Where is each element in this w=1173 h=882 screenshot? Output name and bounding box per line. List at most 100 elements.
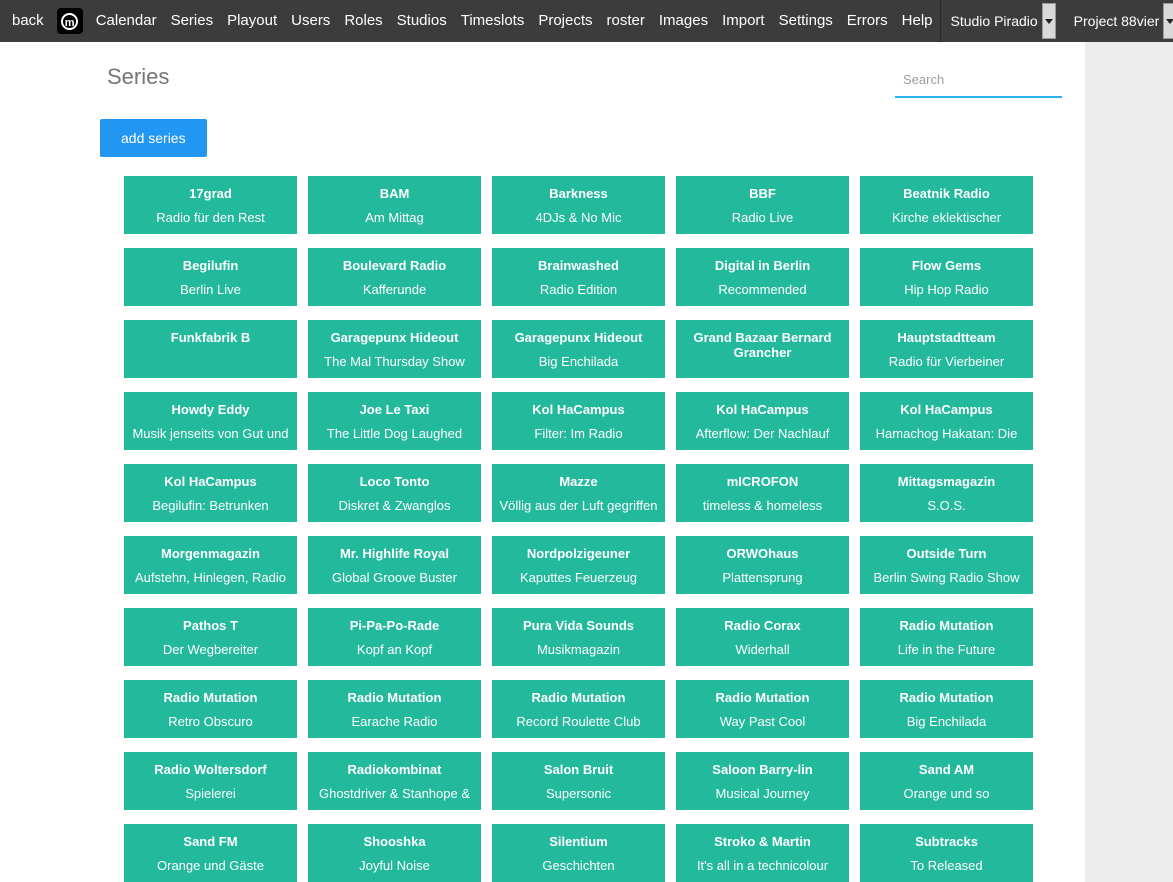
nav-item-help[interactable]: Help [895,0,940,42]
series-card-subtitle: Radio Edition [492,282,665,297]
series-card-title: Garagepunx Hideout [492,330,665,345]
series-card-title: Radio Mutation [860,618,1033,633]
series-card[interactable]: BegilufinBerlin Live [124,248,297,306]
series-card-title: Radio Mutation [860,690,1033,705]
series-card[interactable]: MorgenmagazinAufstehn, Hinlegen, Radio [124,536,297,594]
series-card[interactable]: Salon Bruit Supersonic [492,752,665,810]
series-card-subtitle: Geschichten [492,858,665,873]
series-card[interactable]: Garagepunx HideoutBig Enchilada [492,320,665,378]
studio-dropdown-button[interactable] [1042,3,1056,39]
nav-item-settings[interactable]: Settings [772,0,840,42]
nav-item-images[interactable]: Images [652,0,715,42]
series-card-title: BAM [308,186,481,201]
series-card-title: Radio Mutation [308,690,481,705]
series-card[interactable]: ORWOhausPlattensprung [676,536,849,594]
series-card[interactable]: Radio MutationBig Enchilada [860,680,1033,738]
nav-item-roster[interactable]: roster [600,0,652,42]
series-card[interactable]: 17gradRadio für den Rest [124,176,297,234]
nav-item-import[interactable]: Import [715,0,772,42]
series-card[interactable]: Funkfabrik B [124,320,297,378]
series-card[interactable]: Outside TurnBerlin Swing Radio Show [860,536,1033,594]
series-card[interactable]: Stroko & MartinIt's all in a technicolou… [676,824,849,882]
series-card[interactable]: Radio MutationRetro Obscuro [124,680,297,738]
series-card[interactable]: Radio MutationEarache Radio [308,680,481,738]
series-card[interactable]: BAMAm Mittag [308,176,481,234]
series-card[interactable]: Kol HaCampusHamachog Hakatan: Die [860,392,1033,450]
series-card[interactable]: Kol HaCampusBegilufin: Betrunken [124,464,297,522]
series-card[interactable]: Garagepunx Hideout The Mal Thursday Show [308,320,481,378]
series-card[interactable]: Digital in BerlinRecommended [676,248,849,306]
nav-item-projects[interactable]: Projects [531,0,599,42]
series-card-title: Garagepunx Hideout [308,330,481,345]
series-card[interactable]: Radio CoraxWiderhall [676,608,849,666]
series-card[interactable]: NordpolzigeunerKaputtes Feuerzeug [492,536,665,594]
series-card-title: 17grad [124,186,297,201]
series-card-title: Grand Bazaar Bernard Grancher [676,330,849,360]
nav-item-errors[interactable]: Errors [840,0,895,42]
series-card[interactable]: Kol HaCampusAfterflow: Der Nachlauf [676,392,849,450]
project-dropdown-button[interactable] [1163,3,1173,39]
series-card[interactable]: Howdy EddyMusik jenseits von Gut und [124,392,297,450]
series-card-subtitle: S.O.S. [860,498,1033,513]
nav-item-back[interactable]: back [0,0,51,42]
series-card[interactable]: Radio WoltersdorfSpielerei [124,752,297,810]
series-card[interactable]: MazzeVöllig aus der Luft gegriffen [492,464,665,522]
series-card[interactable]: Radio MutationLife in the Future [860,608,1033,666]
series-card-title: Radio Mutation [492,690,665,705]
series-card-subtitle: Spielerei [124,786,297,801]
series-card[interactable]: BrainwashedRadio Edition [492,248,665,306]
nav-item-calendar[interactable]: Calendar [89,0,164,42]
series-card[interactable]: Flow GemsHip Hop Radio [860,248,1033,306]
series-card[interactable]: Pura Vida SoundsMusikmagazin [492,608,665,666]
series-card[interactable]: HauptstadtteamRadio für Vierbeiner [860,320,1033,378]
nav-item-series[interactable]: Series [164,0,221,42]
series-card[interactable]: Boulevard RadioKafferunde [308,248,481,306]
series-card[interactable]: Pathos TDer Wegbereiter [124,608,297,666]
series-card[interactable]: Sand AMOrange und so [860,752,1033,810]
series-card[interactable]: Sand FMOrange und Gäste [124,824,297,882]
series-card[interactable]: RadiokombinatGhostdriver & Stanhope & [308,752,481,810]
series-card-subtitle: The Mal Thursday Show [308,354,481,369]
nav-item-roles[interactable]: Roles [337,0,389,42]
studio-dropdown-label[interactable]: Studio Piradio [941,0,1042,42]
series-card-subtitle: Der Wegbereiter [124,642,297,657]
series-card-title: Salon Bruit [492,762,665,777]
series-card-title: Outside Turn [860,546,1033,561]
series-card[interactable]: Mr. Highlife RoyalGlobal Groove Buster [308,536,481,594]
nav-item-timeslots[interactable]: Timeslots [454,0,532,42]
series-card[interactable]: MittagsmagazinS.O.S. [860,464,1033,522]
series-card-subtitle: 4DJs & No Mic [492,210,665,225]
series-card-subtitle: Filter: Im Radio [492,426,665,441]
search-input[interactable] [895,64,1062,98]
nav-item-playout[interactable]: Playout [220,0,284,42]
series-card-subtitle: Supersonic [492,786,665,801]
series-card[interactable]: Saloon Barry-linMusical Journey [676,752,849,810]
series-card-subtitle: Hip Hop Radio [860,282,1033,297]
series-card[interactable]: Loco TontoDiskret & Zwanglos [308,464,481,522]
add-series-button[interactable]: add series [100,119,207,157]
series-card-subtitle: Plattensprung [676,570,849,585]
series-card[interactable]: Pi-Pa-Po-RadeKopf an Kopf [308,608,481,666]
series-card[interactable]: ShooshkaJoyful Noise [308,824,481,882]
nav-item-users[interactable]: Users [284,0,337,42]
series-card[interactable]: Kol HaCampus Filter: Im Radio [492,392,665,450]
series-card[interactable]: Radio MutationRecord Roulette Club [492,680,665,738]
series-card[interactable]: SilentiumGeschichten [492,824,665,882]
series-card[interactable]: Joe Le TaxiThe Little Dog Laughed [308,392,481,450]
series-card-title: Kol HaCampus [492,402,665,417]
series-card-title: Sand FM [124,834,297,849]
series-card-title: Begilufin [124,258,297,273]
series-card[interactable]: SubtracksTo Released [860,824,1033,882]
nav-item-studios[interactable]: Studios [390,0,454,42]
series-card[interactable]: Barkness4DJs & No Mic [492,176,665,234]
series-card[interactable]: Grand Bazaar Bernard Grancher [676,320,849,378]
series-card-title: Morgenmagazin [124,546,297,561]
series-card[interactable]: Radio MutationWay Past Cool [676,680,849,738]
series-card[interactable]: mICROFONtimeless & homeless [676,464,849,522]
series-card[interactable]: Beatnik RadioKirche eklektischer [860,176,1033,234]
series-card-title: Kol HaCampus [676,402,849,417]
project-dropdown-label[interactable]: Project 88vier [1064,0,1164,42]
series-card[interactable]: BBFRadio Live [676,176,849,234]
nav-items: CalendarSeriesPlayoutUsersRolesStudiosTi… [89,0,940,42]
logo-icon[interactable]: m [57,8,83,34]
